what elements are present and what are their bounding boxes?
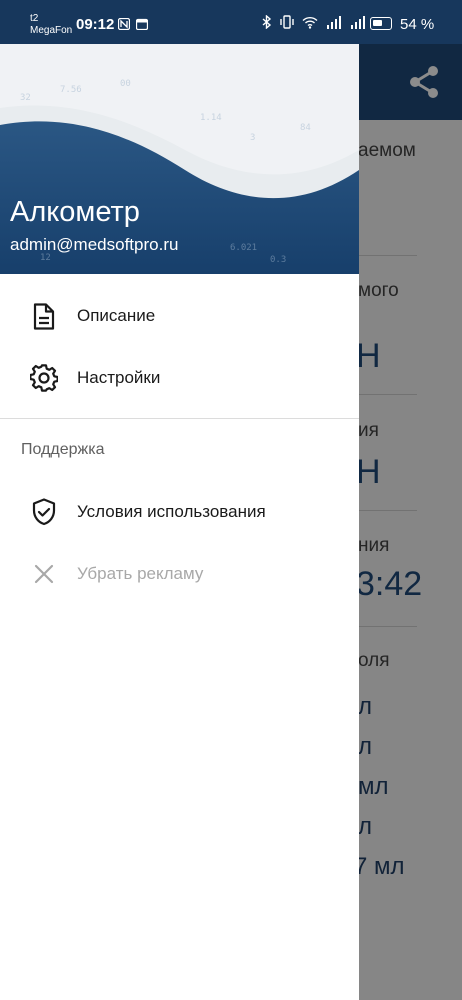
menu-divider [0,418,359,419]
battery-percent: 54 % [400,16,435,33]
menu-item-terms-of-use[interactable]: Условия использования [0,481,359,543]
carrier-line-2: MegaFon [30,25,73,36]
svg-text:00: 00 [120,79,131,89]
clock: 09:12 [76,16,115,33]
svg-text:7.56: 7.56 [60,85,82,95]
status-bar: t2 MegaFon 09:12 54 % [0,0,462,44]
navigation-drawer: 32 7.56 00 1.14 3 84 6.021 0.3 12 Алкометр adm… [0,0,359,1000]
svg-text:84: 84 [300,123,311,133]
close-icon [29,559,59,589]
menu-item-remove-ads[interactable]: Убрать рекламу [0,543,359,605]
svg-text:1.14: 1.14 [200,113,222,123]
document-icon [29,301,59,331]
battery-icon [370,17,392,30]
calendar-icon [136,18,148,30]
nfc-icon [118,18,130,30]
menu-item-label: Условия использования [77,502,266,521]
svg-text:32: 32 [20,93,31,103]
menu-item-description[interactable]: Описание [0,285,359,347]
vibrate-icon [280,15,294,29]
signal-icon-2 [351,15,365,29]
section-title-support: Поддержка [21,441,105,458]
menu-item-label: Убрать рекламу [77,564,204,583]
account-email: admin@medsoftpro.ru [10,235,179,254]
shield-check-icon [29,497,59,527]
svg-text:3: 3 [250,133,255,143]
svg-text:6.021: 6.021 [230,243,257,253]
menu-item-settings[interactable]: Настройки [0,347,359,409]
carrier-line-1: t2 [30,13,39,24]
menu-item-label: Описание [77,306,156,325]
svg-text:0.3: 0.3 [270,255,286,265]
carrier-label: t2 MegaFon [30,13,72,37]
wifi-icon [302,16,318,29]
gear-icon [29,363,59,393]
app-name: Алкометр [10,196,140,228]
bluetooth-icon [262,15,272,29]
menu-item-label: Настройки [77,368,161,387]
status-icons [262,15,366,29]
signal-icon [327,15,341,29]
